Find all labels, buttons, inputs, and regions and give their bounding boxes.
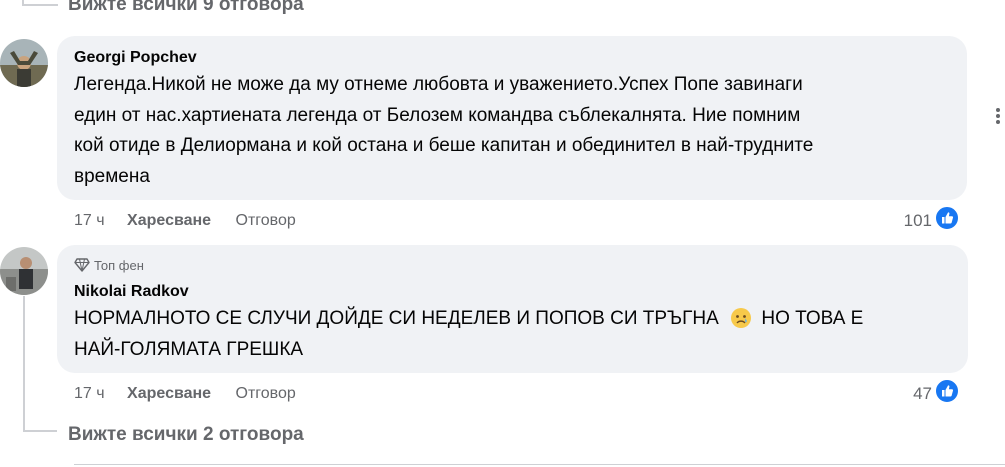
- reply-button-1[interactable]: Отговор: [236, 212, 296, 229]
- reply-button-2[interactable]: Отговор: [236, 385, 296, 402]
- sad-emoji-icon: [731, 308, 752, 328]
- top-see-all-replies-link[interactable]: Вижте всички 9 отговора: [68, 0, 304, 16]
- thread-line-main: [23, 296, 25, 432]
- thread-line-elbow: [23, 430, 57, 432]
- diamond-icon: [74, 258, 90, 272]
- comment-time-1[interactable]: 17 ч: [74, 212, 105, 229]
- comment-meta-2: 17 ч Харесване Отговор: [74, 385, 296, 403]
- comment-text-2-line-1: НОРМАЛНОТО СЕ СЛУЧИ ДОЙДЕ СИ НЕДЕЛЕВ И П…: [74, 304, 863, 335]
- thread-connector-top-elbow: [22, 4, 58, 6]
- reaction-count-2[interactable]: 47: [880, 384, 932, 404]
- bottom-see-all-replies-link[interactable]: Вижте всички 2 отговора: [68, 424, 304, 446]
- comment-text-2-line-1-end: НО ТОВА Е: [761, 308, 864, 329]
- comment-text-2: НОРМАЛНОТО СЕ СЛУЧИ ДОЙДЕ СИ НЕДЕЛЕВ И П…: [74, 304, 863, 365]
- avatar-georgi-popchev[interactable]: [0, 39, 48, 87]
- avatar-nikolai-radkov[interactable]: [0, 247, 48, 295]
- like-button-1[interactable]: Харесване: [127, 212, 211, 229]
- comment-text-1-line-4: времена: [74, 165, 150, 187]
- comment-time-2[interactable]: 17 ч: [74, 385, 105, 402]
- bottom-divider: [74, 464, 1005, 465]
- like-icon[interactable]: [934, 205, 960, 231]
- comment-author-2[interactable]: Nikolai Radkov: [74, 283, 189, 301]
- reaction-count-1[interactable]: 101: [880, 211, 932, 231]
- comment-text-1-line-2: един от нас.хартиената легенда от Белозе…: [74, 104, 801, 126]
- comment-meta-1: 17 ч Харесване Отговор: [74, 212, 296, 230]
- comment-text-1: Легенда.Никой не може да му отнеме любов…: [74, 70, 813, 192]
- top-fan-label: Топ фен: [94, 258, 144, 273]
- like-icon[interactable]: [934, 378, 960, 404]
- three-dots-icon[interactable]: [996, 106, 1002, 126]
- comment-text-1-line-1: Легенда.Никой не може да му отнеме любов…: [74, 74, 803, 95]
- comment-text-2-line-1-start: НОРМАЛНОТО СЕ СЛУЧИ ДОЙДЕ СИ НЕДЕЛЕВ И П…: [74, 308, 719, 329]
- top-fan-badge[interactable]: Топ фен: [74, 258, 144, 273]
- comment-author-1[interactable]: Georgi Popchev: [74, 49, 197, 67]
- like-button-2[interactable]: Харесване: [127, 385, 211, 402]
- comment-text-2-line-2: НАЙ-ГОЛЯМАТА ГРЕШКА: [74, 338, 304, 360]
- comment-text-1-line-3: кой отиде в Делиормана и кой остана и бе…: [74, 135, 814, 156]
